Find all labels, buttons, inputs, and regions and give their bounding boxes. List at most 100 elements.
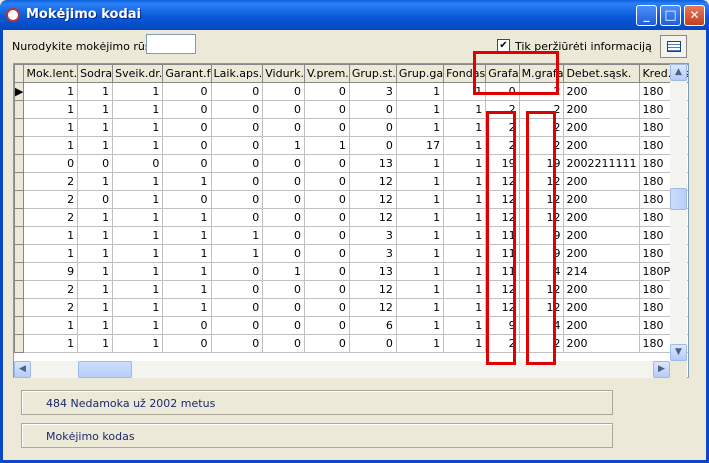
table-cell[interactable]: 1 xyxy=(395,172,445,191)
table-cell[interactable]: 0 xyxy=(210,100,264,119)
table-cell[interactable]: 0 xyxy=(210,172,264,191)
table-cell[interactable]: 1 xyxy=(112,298,164,317)
table-cell[interactable]: 1 xyxy=(443,280,487,299)
table-cell[interactable]: 0 xyxy=(262,280,305,299)
table-row[interactable]: 9 1 1 1 0 1 0 13 1 1 11 4 214 180P xyxy=(14,262,688,281)
table-cell[interactable]: 0 xyxy=(303,316,350,335)
table-cell[interactable]: 0 xyxy=(262,316,305,335)
table-cell[interactable]: 0 xyxy=(262,226,305,245)
table-cell[interactable]: 0 xyxy=(23,154,79,173)
table-cell[interactable]: 1 xyxy=(210,226,264,245)
row-indicator[interactable] xyxy=(14,118,25,137)
row-indicator[interactable] xyxy=(14,190,25,209)
table-cell[interactable]: 0 xyxy=(210,208,264,227)
table-cell[interactable]: 0 xyxy=(303,244,350,263)
table-cell[interactable]: 1 xyxy=(162,244,212,263)
table-cell[interactable]: 1 xyxy=(443,190,487,209)
table-cell[interactable]: 1 xyxy=(395,298,445,317)
table-cell[interactable]: 1 xyxy=(443,244,487,263)
maximize-button[interactable]: □ xyxy=(660,5,681,26)
table-cell[interactable]: 214 xyxy=(563,262,641,281)
table-row[interactable]: 0 0 0 0 0 0 0 13 1 1 19 19 2002211111 180 xyxy=(14,154,688,173)
table-cell[interactable]: 0 xyxy=(262,154,305,173)
table-cell[interactable]: 17 xyxy=(395,136,445,155)
table-row[interactable]: 2 1 1 1 0 0 0 12 1 1 12 12 200 180 xyxy=(14,208,688,227)
table-cell[interactable]: 0 xyxy=(162,334,212,353)
table-cell[interactable]: 1 xyxy=(395,190,445,209)
table-cell[interactable]: 200 xyxy=(563,136,641,155)
table-cell[interactable]: 1 xyxy=(77,334,114,353)
table-cell[interactable]: 1 xyxy=(112,280,164,299)
close-button[interactable]: ✕ xyxy=(684,5,705,26)
table-cell[interactable]: 1 xyxy=(112,226,164,245)
table-cell[interactable]: 200 xyxy=(563,190,641,209)
row-indicator[interactable] xyxy=(14,154,25,173)
data-grid[interactable]: Mok.lent. Sodra Sveik.dr. Garant.f Laik.aps.… xyxy=(13,63,689,378)
table-cell[interactable]: 1 xyxy=(162,172,212,191)
table-cell[interactable]: 0 xyxy=(262,208,305,227)
table-cell[interactable]: 1 xyxy=(77,208,114,227)
table-cell[interactable]: 1 xyxy=(443,262,487,281)
table-cell[interactable]: 0 xyxy=(262,298,305,317)
row-indicator[interactable] xyxy=(14,208,25,227)
row-indicator[interactable] xyxy=(14,244,25,263)
table-cell[interactable]: 0 xyxy=(262,190,305,209)
table-cell[interactable]: 1 xyxy=(162,262,212,281)
table-cell[interactable]: 2 xyxy=(23,280,79,299)
table-cell[interactable]: 0 xyxy=(262,244,305,263)
table-cell[interactable]: 0 xyxy=(303,118,350,137)
row-indicator[interactable] xyxy=(14,136,25,155)
table-cell[interactable]: 0 xyxy=(303,280,350,299)
table-cell[interactable]: 13 xyxy=(348,262,397,281)
table-cell[interactable]: 1 xyxy=(443,172,487,191)
column-header[interactable]: V.prem. xyxy=(303,64,350,83)
table-cell[interactable]: 1 xyxy=(162,280,212,299)
table-cell[interactable]: 0 xyxy=(348,136,397,155)
column-header[interactable]: Garant.f xyxy=(162,64,212,83)
table-cell[interactable]: 1 xyxy=(162,298,212,317)
table-cell[interactable]: 1 xyxy=(23,82,79,101)
table-cell[interactable]: 1 xyxy=(77,172,114,191)
table-cell[interactable]: 0 xyxy=(303,226,350,245)
table-cell[interactable]: 0 xyxy=(262,82,305,101)
table-cell[interactable]: 1 xyxy=(395,82,445,101)
table-cell[interactable]: 1 xyxy=(443,100,487,119)
table-cell[interactable]: 1 xyxy=(395,118,445,137)
table-cell[interactable]: 1 xyxy=(395,154,445,173)
table-cell[interactable]: 0 xyxy=(303,208,350,227)
table-row[interactable]: 1 1 1 1 1 0 0 3 1 1 11 9 200 180 xyxy=(14,226,688,245)
table-row[interactable]: 1 1 1 0 0 0 0 0 1 1 2 2 200 180 xyxy=(14,118,688,137)
table-row[interactable]: 1 1 1 1 1 0 0 3 1 1 11 9 200 180 xyxy=(14,244,688,263)
table-cell[interactable]: 1 xyxy=(395,280,445,299)
row-indicator[interactable] xyxy=(14,280,25,299)
table-cell[interactable]: 1 xyxy=(443,334,487,353)
table-cell[interactable]: 0 xyxy=(303,262,350,281)
table-cell[interactable]: 1 xyxy=(262,136,305,155)
payment-type-input[interactable] xyxy=(146,34,196,54)
table-cell[interactable]: 0 xyxy=(303,100,350,119)
table-cell[interactable]: 1 xyxy=(395,226,445,245)
table-cell[interactable]: 200 xyxy=(563,244,641,263)
table-cell[interactable]: 12 xyxy=(348,280,397,299)
table-cell[interactable]: 0 xyxy=(210,190,264,209)
table-cell[interactable]: 0 xyxy=(210,154,264,173)
table-cell[interactable]: 1 xyxy=(443,154,487,173)
row-indicator[interactable] xyxy=(14,172,25,191)
table-cell[interactable]: 0 xyxy=(77,190,114,209)
table-cell[interactable]: 0 xyxy=(210,298,264,317)
column-header[interactable]: Sveik.dr. xyxy=(112,64,164,83)
row-indicator[interactable]: ▶ xyxy=(14,82,25,101)
table-cell[interactable]: 1 xyxy=(77,298,114,317)
table-cell[interactable]: 1 xyxy=(443,118,487,137)
table-cell[interactable]: 1 xyxy=(112,136,164,155)
scroll-right-icon[interactable]: ▶ xyxy=(653,361,670,378)
table-cell[interactable]: 0 xyxy=(210,262,264,281)
table-cell[interactable]: 1 xyxy=(262,262,305,281)
row-indicator[interactable] xyxy=(14,316,25,335)
table-cell[interactable]: 1 xyxy=(23,118,79,137)
table-cell[interactable]: 2 xyxy=(23,298,79,317)
table-cell[interactable]: 12 xyxy=(348,172,397,191)
table-row[interactable]: 2 1 1 1 0 0 0 12 1 1 12 12 200 180 xyxy=(14,280,688,299)
table-cell[interactable]: 1 xyxy=(303,136,350,155)
table-cell[interactable]: 1 xyxy=(23,136,79,155)
